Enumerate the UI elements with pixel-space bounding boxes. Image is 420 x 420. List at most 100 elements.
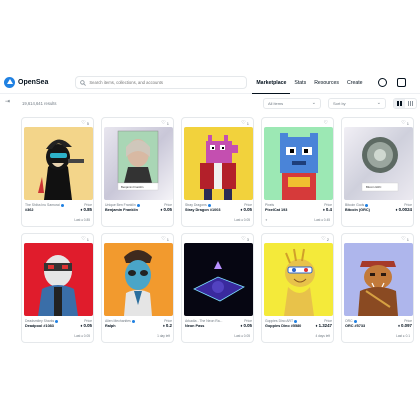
chevron-down-icon: ⌄ bbox=[376, 100, 381, 106]
nft-image-neon-pass[interactable] bbox=[184, 243, 253, 316]
heart-icon: ♡ bbox=[401, 120, 406, 126]
price-value: ♦0.05 bbox=[80, 323, 92, 328]
price-value: ♦0.85 bbox=[80, 207, 92, 212]
opensea-logo[interactable]: OpenSea bbox=[4, 77, 48, 88]
price-value: ♦0.05 bbox=[240, 323, 252, 328]
favorite-count[interactable]: ♡ 3 bbox=[241, 236, 249, 242]
heart-icon: ♡ bbox=[161, 236, 166, 242]
collection-name[interactable]: Arkadia - The Neon Ra... bbox=[185, 319, 229, 323]
nft-image-deadpool[interactable] bbox=[24, 243, 93, 316]
small-grid-icon bbox=[408, 101, 413, 106]
nft-card[interactable]: ♡ 1 Alien Mechanites Ralph Price ♦0.2 1 d… bbox=[101, 233, 174, 343]
nft-name[interactable]: Goppies Dino #5580 bbox=[265, 324, 309, 328]
nft-card[interactable]: ♡ Pixels PixelCat 193 Price ♦0.4 ✦ Last … bbox=[261, 117, 334, 227]
nav-resources[interactable]: Resources bbox=[310, 72, 343, 94]
results-count: 19,614,641 results bbox=[22, 101, 57, 106]
price-value: ♦0.097 bbox=[397, 323, 412, 328]
time-left: 1 day left bbox=[157, 334, 170, 338]
verified-icon bbox=[365, 203, 369, 207]
nft-card[interactable]: ♡ 1 ORC ORC #5733 Price ♦0.097 Last ♦ 0.1 bbox=[341, 233, 414, 343]
nft-name[interactable]: Bitcoin (GRC) bbox=[345, 208, 389, 212]
nft-image-stray-dragon[interactable] bbox=[184, 127, 253, 200]
small-grid-button[interactable] bbox=[405, 99, 416, 108]
favorite-count[interactable]: ♡ 2 bbox=[321, 236, 329, 242]
eth-icon: ♦ bbox=[162, 323, 165, 328]
favorite-count[interactable]: ♡ 1 bbox=[161, 120, 169, 126]
nft-card[interactable]: ♡ 3 Arkadia - The Neon Ra... Neon Pass Pr… bbox=[181, 233, 254, 343]
nft-image-shiba-samurai[interactable] bbox=[24, 127, 93, 200]
nft-image-bitcoin-god[interactable]: Bitcoin GRC bbox=[344, 127, 413, 200]
large-grid-icon bbox=[397, 101, 402, 106]
nft-image-ben-franklin[interactable]: Benjamin Franklin bbox=[104, 127, 173, 200]
heart-icon: ♡ bbox=[81, 236, 86, 242]
sort-select-value: Sort by bbox=[333, 101, 346, 106]
verified-icon bbox=[131, 319, 135, 323]
favorite-count[interactable]: ♡ 1 bbox=[401, 236, 409, 242]
nft-image-orc[interactable] bbox=[344, 243, 413, 316]
franklin-caption: Benjamin Franklin bbox=[121, 185, 144, 189]
favorite-count[interactable]: ♡ bbox=[324, 120, 329, 126]
search-bar[interactable] bbox=[75, 76, 248, 89]
verified-icon bbox=[136, 203, 140, 207]
nft-name[interactable]: Neon Pass bbox=[185, 324, 229, 328]
collection-name[interactable]: ORC bbox=[345, 319, 389, 323]
collection-name[interactable]: Stray Dragons bbox=[185, 203, 229, 207]
eth-icon: ♦ bbox=[315, 323, 318, 328]
view-toggle bbox=[393, 98, 417, 109]
collection-name[interactable]: Goppies Dino ART bbox=[265, 319, 309, 323]
profile-icon[interactable] bbox=[377, 78, 387, 87]
heart-icon: ♡ bbox=[81, 120, 86, 126]
favorite-count[interactable]: ♡ 5 bbox=[81, 120, 89, 126]
nav-create[interactable]: Create bbox=[343, 72, 367, 94]
nft-card[interactable]: ♡ 1 Deadsmiley Sharks Deadpool #1083 Pric… bbox=[21, 233, 94, 343]
collection-name[interactable]: Alien Mechanites bbox=[105, 319, 149, 323]
nft-name[interactable]: PixelCat 193 bbox=[265, 208, 309, 212]
nft-card[interactable]: ♡ 1 Stray Dragons Stray Dragon #1003 Pric… bbox=[181, 117, 254, 227]
verified-icon bbox=[294, 319, 298, 323]
last-sale: Last ♦ 0.05 bbox=[234, 334, 250, 338]
heart-icon: ♡ bbox=[323, 120, 328, 126]
nft-card[interactable]: ♡ 5 The Shiba Inu Samurai #362 Price ♦0.8… bbox=[21, 117, 94, 227]
large-grid-button[interactable] bbox=[394, 99, 405, 108]
nft-name[interactable]: Benjamin Franklin bbox=[105, 208, 149, 212]
nft-card[interactable]: ♡ 2 Goppies Dino ART Goppies Dino #5580 P… bbox=[261, 233, 334, 343]
eth-icon: ♦ bbox=[322, 207, 325, 212]
heart-icon: ♡ bbox=[321, 236, 326, 242]
favorite-count[interactable]: ♡ 1 bbox=[401, 120, 409, 126]
nft-image-goppies-dino[interactable] bbox=[264, 243, 333, 316]
nav-marketplace[interactable]: Marketplace bbox=[252, 72, 291, 94]
nft-name[interactable]: Deadpool #1083 bbox=[25, 324, 69, 328]
favorite-count[interactable]: ♡ 1 bbox=[241, 120, 249, 126]
collection-name[interactable]: Deadsmiley Sharks bbox=[25, 319, 69, 323]
nft-image-pixelcat[interactable] bbox=[264, 127, 333, 200]
last-sale: Last ♦ 0.85 bbox=[74, 218, 90, 222]
eth-icon: ♦ bbox=[397, 323, 400, 328]
nav-stats[interactable]: Stats bbox=[290, 72, 310, 94]
nft-name[interactable]: ORC #5733 bbox=[345, 324, 389, 328]
collection-name[interactable]: Unique Ben Franklin bbox=[105, 203, 149, 207]
nft-image-alien-ralph[interactable] bbox=[104, 243, 173, 316]
nft-card[interactable]: ♡ 1 Bitcoin GRC Bitcoin Gods Bitcoin (GRC… bbox=[341, 117, 414, 227]
nft-name[interactable]: #362 bbox=[25, 208, 69, 212]
favorite-count[interactable]: ♡ 1 bbox=[81, 236, 89, 242]
search-input[interactable] bbox=[89, 80, 240, 85]
collection-name[interactable]: Pixels bbox=[265, 203, 309, 207]
chevron-down-icon: ⌄ bbox=[311, 100, 316, 106]
heart-icon: ♡ bbox=[241, 236, 246, 242]
logo-text: OpenSea bbox=[18, 79, 49, 86]
collection-name[interactable]: The Shiba Inu Samurai bbox=[25, 203, 69, 207]
nft-name[interactable]: Ralph bbox=[105, 324, 149, 328]
filter-toggle-icon[interactable]: ⇥ bbox=[5, 98, 10, 105]
sort-select[interactable]: Sort by ⌄ bbox=[328, 98, 386, 109]
collection-name[interactable]: Bitcoin Gods bbox=[345, 203, 389, 207]
price-value: ♦0.05 bbox=[160, 207, 172, 212]
favorite-count[interactable]: ♡ 1 bbox=[161, 236, 169, 242]
status-select[interactable]: All items ⌄ bbox=[263, 98, 321, 109]
bitcoin-caption: Bitcoin GRC bbox=[366, 185, 382, 189]
wallet-icon[interactable] bbox=[396, 78, 406, 87]
price-value: ♦0.2 bbox=[162, 323, 172, 328]
nft-name[interactable]: Stray Dragon #1003 bbox=[185, 208, 229, 212]
price-value: ♦0.05 bbox=[240, 207, 252, 212]
search-icon bbox=[80, 79, 87, 86]
nft-card[interactable]: ♡ 1 Benjamin Franklin Unique Ben Franklin… bbox=[101, 117, 174, 227]
